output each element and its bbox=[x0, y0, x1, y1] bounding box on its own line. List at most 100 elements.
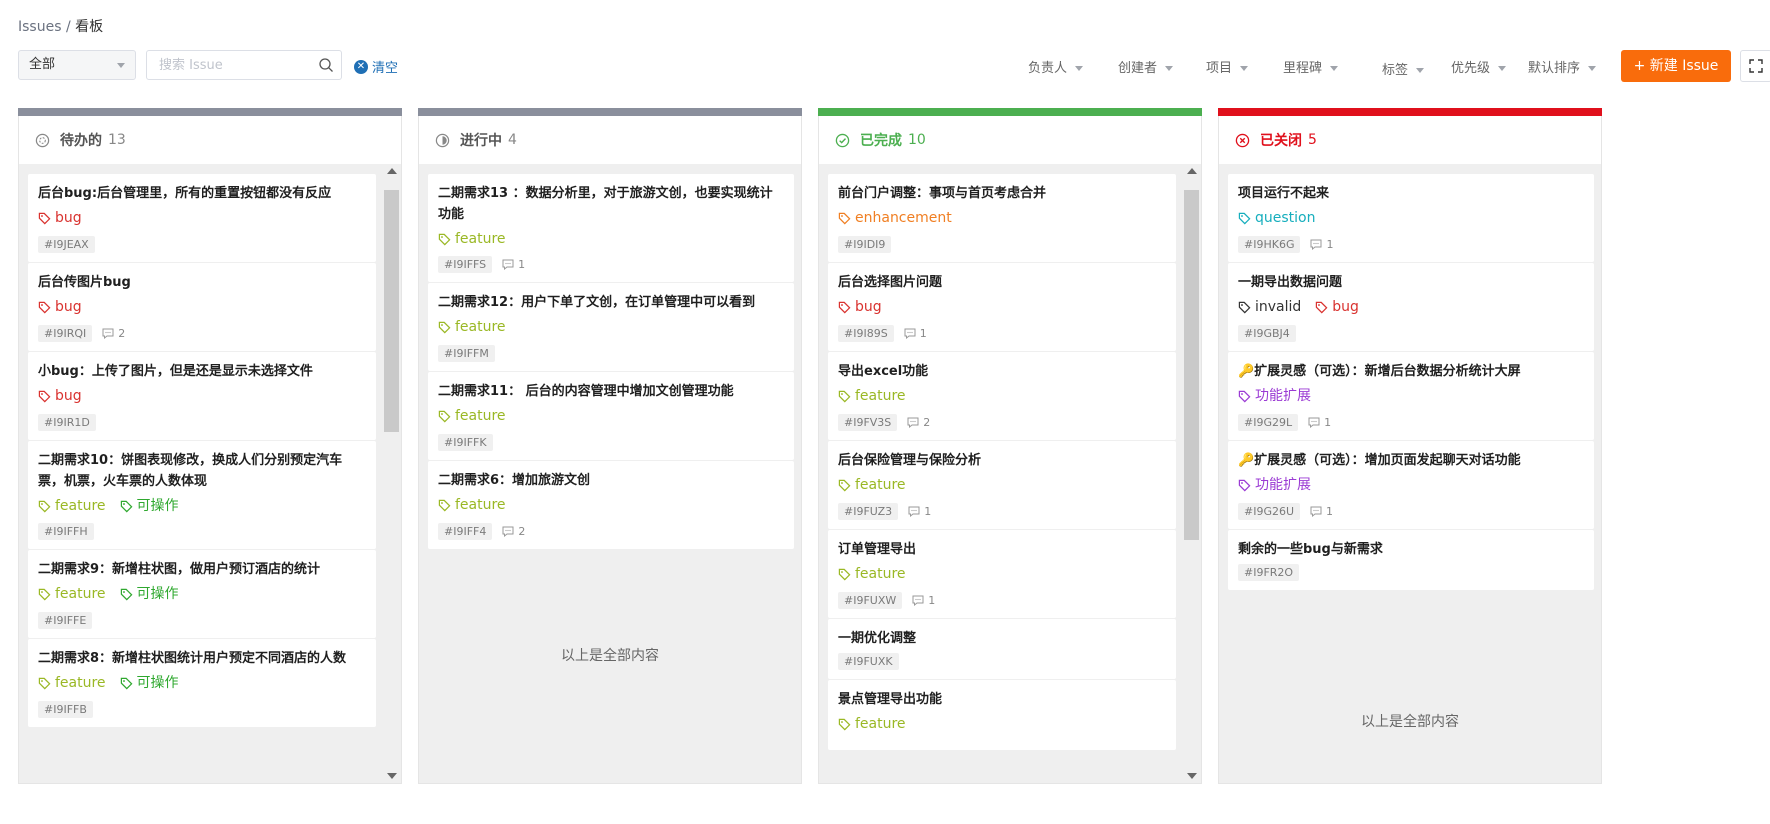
issue-title[interactable]: 二期需求9：新增柱状图，做用户预订酒店的统计 bbox=[38, 559, 366, 580]
issue-label[interactable]: feature bbox=[438, 229, 506, 249]
issue-label[interactable]: feature bbox=[838, 475, 906, 495]
issue-title[interactable]: 订单管理导出 bbox=[838, 539, 1166, 560]
issue-label[interactable]: feature bbox=[38, 584, 106, 604]
issue-card[interactable]: 项目运行不起来 question #I9HK6G 1 bbox=[1228, 174, 1594, 262]
scrollbar-thumb[interactable] bbox=[384, 190, 399, 432]
issue-title[interactable]: 🔑扩展灵感（可选）：增加页面发起聊天对话功能 bbox=[1238, 450, 1584, 471]
search-input[interactable] bbox=[146, 50, 342, 80]
issue-card[interactable]: 🔑扩展灵感（可选）：增加页面发起聊天对话功能 功能扩展 #I9G26U 1 bbox=[1228, 441, 1594, 529]
issue-title[interactable]: 后台保险管理与保险分析 bbox=[838, 450, 1166, 471]
issue-title[interactable]: 一期优化调整 bbox=[838, 628, 1166, 649]
issue-card[interactable]: 一期导出数据问题 invalid bug #I9GBJ4 bbox=[1228, 263, 1594, 351]
issue-title[interactable]: 后台传图片bug bbox=[38, 272, 366, 293]
issue-meta: #I9IFFS 1 bbox=[438, 256, 525, 273]
issue-card[interactable]: 订单管理导出 feature #I9FUXW 1 bbox=[828, 530, 1176, 618]
issue-label[interactable]: feature bbox=[838, 564, 906, 584]
issue-card[interactable]: 二期需求9：新增柱状图，做用户预订酒店的统计 feature 可操作 #I9IFFE bbox=[28, 550, 376, 638]
issue-title[interactable]: 项目运行不起来 bbox=[1238, 183, 1584, 204]
issue-label[interactable]: bug bbox=[1315, 297, 1359, 317]
issue-title[interactable]: 导出excel功能 bbox=[838, 361, 1166, 382]
column-scrollbar[interactable] bbox=[1184, 164, 1199, 783]
issue-title[interactable]: 二期需求10：饼图表现修改，换成人们分别预定汽车票，机票，火车票的人数体现 bbox=[38, 450, 366, 492]
issue-card[interactable]: 二期需求12：用户下单了文创，在订单管理中可以看到 feature #I9IFFM bbox=[428, 283, 794, 371]
issue-card[interactable]: 二期需求6：增加旅游文创 feature #I9IFF4 2 bbox=[428, 461, 794, 549]
issue-meta: #I9IDI9 bbox=[838, 236, 892, 253]
issue-card[interactable]: 二期需求11： 后台的内容管理中增加文创管理功能 feature #I9IFFK bbox=[428, 372, 794, 460]
filter-assignee[interactable]: 负责人 bbox=[1028, 57, 1084, 76]
issue-card[interactable]: 后台传图片bug bug #I9IRQI 2 bbox=[28, 263, 376, 351]
fullscreen-button[interactable] bbox=[1740, 50, 1770, 82]
issue-card[interactable]: 景点管理导出功能 feature bbox=[828, 680, 1176, 750]
issue-title[interactable]: 🔑扩展灵感（可选）：新增后台数据分析统计大屏 bbox=[1238, 361, 1584, 382]
issue-card[interactable]: 后台bug:后台管理里，所有的重置按钮都没有反应 bug #I9JEAX bbox=[28, 174, 376, 262]
issue-card[interactable]: 二期需求8：新增柱状图统计用户预定不同酒店的人数 feature 可操作 #I9IFF… bbox=[28, 639, 376, 727]
scroll-up-icon[interactable] bbox=[387, 168, 397, 174]
issue-title[interactable]: 一期导出数据问题 bbox=[1238, 272, 1584, 293]
scrollbar-track[interactable] bbox=[384, 180, 399, 767]
issue-title[interactable]: 前台门户调整：事项与首页考虑合并 bbox=[838, 183, 1166, 204]
scroll-down-icon[interactable] bbox=[1187, 773, 1197, 779]
issue-title[interactable]: 景点管理导出功能 bbox=[838, 689, 1166, 710]
filter-label: 标签 bbox=[1382, 63, 1409, 78]
issue-label[interactable]: feature bbox=[438, 406, 506, 426]
issue-title[interactable]: 剩余的一些bug与新需求 bbox=[1238, 539, 1584, 560]
issue-card[interactable]: 导出excel功能 feature #I9FV3S 2 bbox=[828, 352, 1176, 440]
issue-card[interactable]: 🔑扩展灵感（可选）：新增后台数据分析统计大屏 功能扩展 #I9G29L 1 bbox=[1228, 352, 1594, 440]
issue-title[interactable]: 二期需求12：用户下单了文创，在订单管理中可以看到 bbox=[438, 292, 784, 313]
issue-label[interactable]: invalid bbox=[1238, 297, 1301, 317]
tag-icon bbox=[438, 233, 455, 246]
new-issue-button[interactable]: + 新建 Issue bbox=[1621, 50, 1731, 82]
issue-title[interactable]: 后台bug:后台管理里，所有的重置按钮都没有反应 bbox=[38, 183, 366, 204]
issue-card[interactable]: 后台选择图片问题 bug #I9I89S 1 bbox=[828, 263, 1176, 351]
filter-milestone[interactable]: 里程碑 bbox=[1283, 57, 1339, 76]
filter-project[interactable]: 项目 bbox=[1206, 57, 1249, 76]
issue-title[interactable]: 二期需求11： 后台的内容管理中增加文创管理功能 bbox=[438, 381, 784, 402]
column-scrollbar[interactable] bbox=[384, 164, 399, 783]
issue-title[interactable]: 二期需求13 ：数据分析里，对于旅游文创，也要实现统计功能 bbox=[438, 183, 784, 225]
breadcrumb-root-link[interactable]: Issues bbox=[18, 19, 62, 35]
sort-select[interactable]: 默认排序 bbox=[1528, 57, 1597, 76]
search-icon[interactable] bbox=[318, 57, 334, 73]
scrollbar-track[interactable] bbox=[1184, 180, 1199, 767]
scroll-down-icon[interactable] bbox=[387, 773, 397, 779]
scrollbar-thumb[interactable] bbox=[1184, 190, 1199, 540]
issue-label[interactable]: 可操作 bbox=[120, 496, 179, 516]
issue-title[interactable]: 小bug：上传了图片，但是还是显示未选择文件 bbox=[38, 361, 366, 382]
issue-title[interactable]: 二期需求6：增加旅游文创 bbox=[438, 470, 784, 491]
issue-label[interactable]: feature bbox=[438, 317, 506, 337]
issue-title[interactable]: 二期需求8：新增柱状图统计用户预定不同酒店的人数 bbox=[38, 648, 366, 669]
filter-creator[interactable]: 创建者 bbox=[1118, 57, 1174, 76]
issue-label[interactable]: 功能扩展 bbox=[1238, 475, 1311, 495]
scroll-up-icon[interactable] bbox=[1187, 168, 1197, 174]
issue-card[interactable]: 二期需求10：饼图表现修改，换成人们分别预定汽车票，机票，火车票的人数体现 fea… bbox=[28, 441, 376, 549]
issue-card[interactable]: 后台保险管理与保险分析 feature #I9FUZ3 1 bbox=[828, 441, 1176, 529]
issue-label[interactable]: feature bbox=[838, 714, 906, 734]
issue-label[interactable]: question bbox=[1238, 208, 1315, 228]
issue-card[interactable]: 二期需求13 ：数据分析里，对于旅游文创，也要实现统计功能 feature #I9I… bbox=[428, 174, 794, 282]
issue-card[interactable]: 一期优化调整 #I9FUXK bbox=[828, 619, 1176, 679]
issue-label[interactable]: feature bbox=[38, 673, 106, 693]
clear-button[interactable]: ✕ 清空 bbox=[354, 57, 398, 76]
issue-label[interactable]: enhancement bbox=[838, 208, 952, 228]
filter-labels[interactable]: 标签 bbox=[1382, 59, 1425, 78]
issue-label[interactable]: bug bbox=[38, 386, 82, 406]
issue-title[interactable]: 后台选择图片问题 bbox=[838, 272, 1166, 293]
column-card-list[interactable]: 后台bug:后台管理里，所有的重置按钮都没有反应 bug #I9JEAX 后台传图片b… bbox=[18, 164, 402, 784]
issue-label[interactable]: feature bbox=[438, 495, 506, 515]
issue-label[interactable]: 可操作 bbox=[120, 673, 179, 693]
issue-label[interactable]: 可操作 bbox=[120, 584, 179, 604]
column-card-list[interactable]: 前台门户调整：事项与首页考虑合并 enhancement #I9IDI9 后台选择图片… bbox=[818, 164, 1202, 784]
issue-card[interactable]: 剩余的一些bug与新需求 #I9FR2O bbox=[1228, 530, 1594, 590]
issue-label[interactable]: feature bbox=[838, 386, 906, 406]
issue-label[interactable]: 功能扩展 bbox=[1238, 386, 1311, 406]
column-card-list[interactable]: 二期需求13 ：数据分析里，对于旅游文创，也要实现统计功能 feature #I9I… bbox=[418, 164, 802, 784]
column-card-list[interactable]: 项目运行不起来 question #I9HK6G 1 一期导出数据问题 invalid bu… bbox=[1218, 164, 1602, 784]
issue-card[interactable]: 前台门户调整：事项与首页考虑合并 enhancement #I9IDI9 bbox=[828, 174, 1176, 262]
issue-card[interactable]: 小bug：上传了图片，但是还是显示未选择文件 bug #I9IR1D bbox=[28, 352, 376, 440]
issue-label[interactable]: bug bbox=[38, 208, 82, 228]
issue-label[interactable]: feature bbox=[38, 496, 106, 516]
issue-label[interactable]: bug bbox=[838, 297, 882, 317]
scope-select[interactable]: 全部 bbox=[18, 50, 136, 80]
filter-priority[interactable]: 优先级 bbox=[1451, 57, 1507, 76]
issue-label[interactable]: bug bbox=[38, 297, 82, 317]
